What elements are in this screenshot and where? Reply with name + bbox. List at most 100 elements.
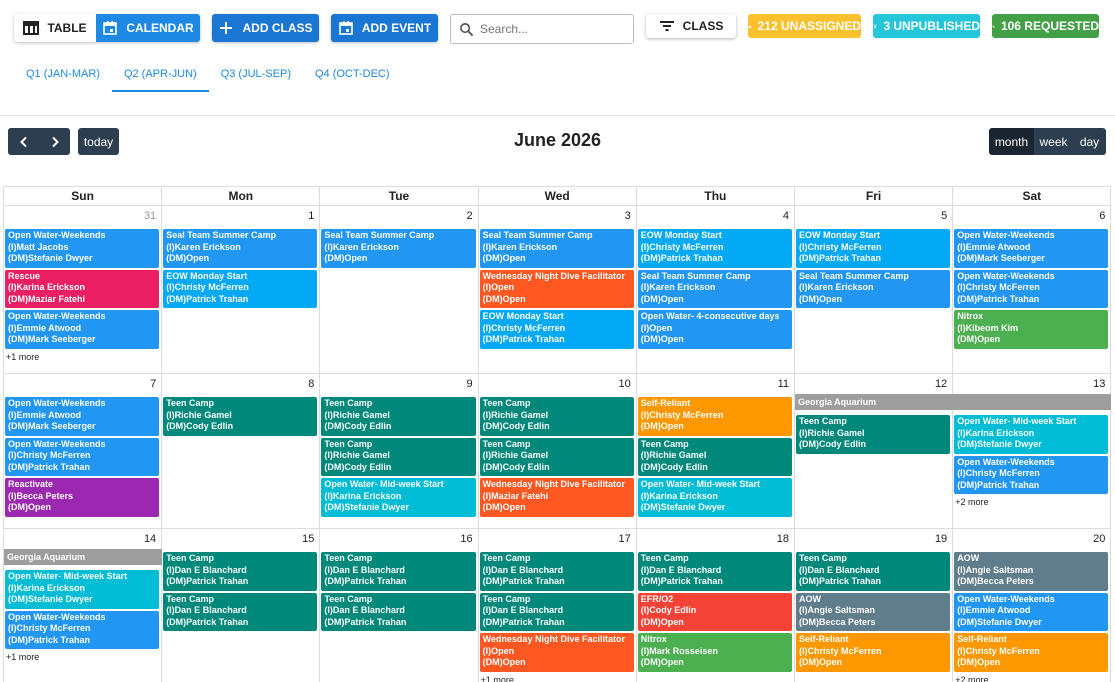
day-cell[interactable]: 19 Teen Camp (I)Dan E Blanchard (DM)Patrick…: [795, 529, 954, 682]
more-events-link[interactable]: +1 more: [6, 652, 39, 662]
day-cell[interactable]: 16 Teen Camp (I)Dan E Blanchard (DM)Patrick…: [320, 529, 479, 682]
unassigned-badge[interactable]: 212 UNASSIGNED: [748, 14, 861, 38]
day-number[interactable]: 5: [941, 210, 947, 222]
day-number[interactable]: 31: [144, 210, 156, 222]
calendar-event[interactable]: Open Water- 4-consecutive days (I)Open (DM…: [637, 310, 792, 349]
calendar-event[interactable]: Seal Team Summer Camp (I)Karen Erickson (D…: [637, 269, 792, 308]
day-number[interactable]: 8: [308, 378, 314, 390]
day-cell[interactable]: 7 Open Water-Weekends (I)Emmie Atwood (DM)M…: [4, 374, 163, 529]
day-number[interactable]: 9: [466, 378, 472, 390]
calendar-event[interactable]: Open Water-Weekends (I)Emmie Atwood (DM)Ma…: [954, 229, 1109, 268]
calendar-event[interactable]: EFR/O2 (I)Cody Edlin (DM)Open: [637, 592, 792, 631]
calendar-event[interactable]: Teen Camp (I)Richie Gamel (DM)Cody Edlin: [479, 397, 634, 436]
calendar-event[interactable]: Teen Camp (I)Dan E Blanchard (DM)Patrick T…: [479, 592, 634, 631]
calendar-event[interactable]: Seal Team Summer Camp (I)Karen Erickson (D…: [479, 229, 634, 268]
more-events-link[interactable]: +1 more: [481, 675, 514, 682]
day-number[interactable]: 17: [619, 533, 631, 545]
calendar-event[interactable]: EOW Monday Start (I)Christy McFerren (DM)P…: [479, 310, 634, 349]
calendar-event[interactable]: Reactivate (I)Becca Peters (DM)Open: [5, 478, 160, 517]
calendar-event[interactable]: Teen Camp (I)Dan E Blanchard (DM)Patrick T…: [796, 552, 951, 591]
day-number[interactable]: 20: [1093, 533, 1105, 545]
calendar-event[interactable]: Teen Camp (I)Richie Gamel (DM)Cody Edlin: [321, 437, 476, 476]
calendar-event[interactable]: Seal Team Summer Camp (I)Karen Erickson (D…: [796, 269, 951, 308]
day-cell[interactable]: 1 Seal Team Summer Camp (I)Karen Erickson(…: [162, 206, 321, 374]
calendar-event[interactable]: Teen Camp (I)Richie Gamel (DM)Cody Edlin: [637, 437, 792, 476]
calendar-event[interactable]: Open Water-Weekends (I)Emmie Atwood (DM)St…: [954, 592, 1109, 631]
day-number[interactable]: 4: [783, 210, 789, 222]
month-view-button[interactable]: month: [989, 128, 1034, 155]
calendar-event[interactable]: Teen Camp (I)Dan E Blanchard (DM)Patrick T…: [479, 552, 634, 591]
day-number[interactable]: 6: [1099, 210, 1105, 222]
calendar-event[interactable]: Open Water- Mid-week Start (I)Karina Eric…: [321, 478, 476, 517]
calendar-event[interactable]: Teen Camp (I)Richie Gamel (DM)Cody Edlin: [321, 397, 476, 436]
day-number[interactable]: 18: [777, 533, 789, 545]
day-view-button[interactable]: day: [1073, 128, 1106, 155]
day-number[interactable]: 11: [778, 378, 789, 390]
day-cell[interactable]: 31 Open Water-Weekends (I)Matt Jacobs (DM)S…: [4, 206, 163, 374]
calendar-event[interactable]: Teen Camp (I)Dan E Blanchard (DM)Patrick T…: [321, 552, 476, 591]
calendar-event[interactable]: Seal Team Summer Camp (I)Karen Erickson (D…: [163, 229, 318, 268]
day-number[interactable]: 19: [935, 533, 947, 545]
calendar-event[interactable]: Teen Camp (I)Richie Gamel (DM)Cody Edlin: [163, 397, 318, 436]
more-events-link[interactable]: +1 more: [6, 352, 39, 362]
unpublished-badge[interactable]: 3 UNPUBLISHED: [873, 14, 980, 38]
day-cell[interactable]: 9 Teen Camp (I)Richie Gamel (DM)Cody Edlin T…: [320, 374, 479, 529]
calendar-event[interactable]: Open Water-Weekends (I)Matt Jacobs (DM)Ste…: [5, 229, 160, 268]
day-cell[interactable]: 8 Teen Camp (I)Richie Gamel (DM)Cody Edlin: [162, 374, 321, 529]
day-number[interactable]: 16: [460, 533, 472, 545]
tab-q2[interactable]: Q2 (APR-JUN): [111, 62, 209, 92]
calendar-event[interactable]: EOW Monday Start (I)Christy McFerren (DM)P…: [163, 269, 318, 308]
day-number[interactable]: 15: [302, 533, 314, 545]
search-input[interactable]: [480, 22, 620, 36]
requested-badge[interactable]: 106 REQUESTED: [992, 14, 1099, 38]
calendar-event[interactable]: Self-Reliant (I)Christy McFerren (DM)Open: [954, 633, 1109, 672]
calendar-event[interactable]: Self-Reliant (I)Christy McFerren (DM)Open: [637, 397, 792, 436]
add-class-button[interactable]: ADD CLASS: [212, 14, 319, 42]
calendar-event[interactable]: Teen Camp (I)Dan E Blanchard (DM)Patrick T…: [163, 552, 318, 591]
day-cell[interactable]: 3 Seal Team Summer Camp (I)Karen Erickson(…: [478, 206, 637, 374]
calendar-event[interactable]: Open Water- Mid-week Start (I)Karina Eric…: [637, 478, 792, 517]
day-cell[interactable]: 4 EOW Monday Start (I)Christy McFerren (DM)…: [636, 206, 795, 374]
calendar-event[interactable]: Open Water-Weekends (I)Emmie Atwood (DM)Ma…: [5, 310, 160, 349]
calendar-event[interactable]: Open Water-Weekends (I)Christy McFerren (D…: [5, 610, 160, 649]
calendar-event[interactable]: Teen Camp (I)Dan E Blanchard (DM)Patrick T…: [163, 592, 318, 631]
calendar-event[interactable]: Self-Reliant (I)Christy McFerren (DM)Open: [796, 633, 951, 672]
calendar-event[interactable]: Nitrox (I)Mark Rosseisen (DM)Open: [637, 633, 792, 672]
calendar-event[interactable]: Nitrox (I)Kibeom Kim (DM)Open: [954, 310, 1109, 349]
calendar-event[interactable]: EOW Monday Start (I)Christy McFerren (DM)P…: [796, 229, 951, 268]
calendar-event[interactable]: Open Water-Weekends (I)Christy McFerren (D…: [954, 269, 1109, 308]
day-cell[interactable]: 6 Open Water-Weekends (I)Emmie Atwood (DM)M…: [953, 206, 1112, 374]
tab-q4[interactable]: Q4 (OCT-DEC): [303, 62, 402, 92]
more-events-link[interactable]: +2 more: [955, 497, 988, 507]
calendar-event[interactable]: Wednesday Night Dive Facilitator (I)Open(…: [479, 269, 634, 308]
calendar-event[interactable]: Rescue (I)Karina Erickson (DM)Maziar Fateh…: [5, 269, 160, 308]
calendar-event[interactable]: Open Water- Mid-week Start (I)Karina Eric…: [954, 415, 1109, 454]
calendar-event[interactable]: Teen Camp (I)Richie Gamel (DM)Cody Edlin: [479, 437, 634, 476]
add-event-button[interactable]: ADD EVENT: [331, 14, 438, 42]
day-number[interactable]: 3: [625, 210, 631, 222]
day-number[interactable]: 12: [935, 378, 947, 390]
day-number[interactable]: 1: [308, 210, 314, 222]
table-view-button[interactable]: TABLE: [14, 14, 96, 42]
tab-q3[interactable]: Q3 (JUL-SEP): [209, 62, 303, 92]
calendar-event[interactable]: Teen Camp (I)Richie Gamel (DM)Cody Edlin: [796, 415, 951, 454]
multi-day-event-banner[interactable]: Georgia Aquarium: [795, 394, 1112, 410]
day-cell[interactable]: 10 Teen Camp (I)Richie Gamel (DM)Cody Edlin…: [478, 374, 637, 529]
calendar-event[interactable]: Open Water- Mid-week Start (I)Karina Eric…: [5, 570, 160, 609]
day-cell[interactable]: 15 Teen Camp (I)Dan E Blanchard (DM)Patrick…: [162, 529, 321, 682]
day-cell[interactable]: 18 Teen Camp (I)Dan E Blanchard (DM)Patrick…: [637, 529, 795, 682]
calendar-event[interactable]: EOW Monday Start (I)Christy McFerren (DM)P…: [637, 229, 792, 268]
day-cell[interactable]: 17 Teen Camp (I)Dan E Blanchard (DM)Patrick…: [479, 529, 637, 682]
calendar-event[interactable]: AOW (I)Angie Saltsman (DM)Becca Peters: [954, 552, 1109, 591]
calendar-event[interactable]: Open Water-Weekends (I)Christy McFerren (D…: [954, 455, 1109, 494]
class-filter-button[interactable]: CLASS: [646, 14, 736, 38]
calendar-event[interactable]: Teen Camp (I)Dan E Blanchard (DM)Patrick T…: [637, 552, 792, 591]
multi-day-event-banner[interactable]: Georgia Aquarium: [4, 549, 163, 565]
day-number[interactable]: 7: [150, 378, 156, 390]
day-number[interactable]: 2: [466, 210, 472, 222]
day-cell[interactable]: 5 EOW Monday Start (I)Christy McFerren (DM)…: [795, 206, 954, 374]
day-cell[interactable]: 20 AOW (I)Angie Saltsman (DM)Becca Peters Op…: [953, 529, 1112, 682]
week-view-button[interactable]: week: [1034, 128, 1073, 155]
calendar-event[interactable]: Open Water-Weekends (I)Emmie Atwood (DM)Ma…: [5, 397, 160, 436]
calendar-event[interactable]: Seal Team Summer Camp (I)Karen Erickson (D…: [321, 229, 476, 268]
